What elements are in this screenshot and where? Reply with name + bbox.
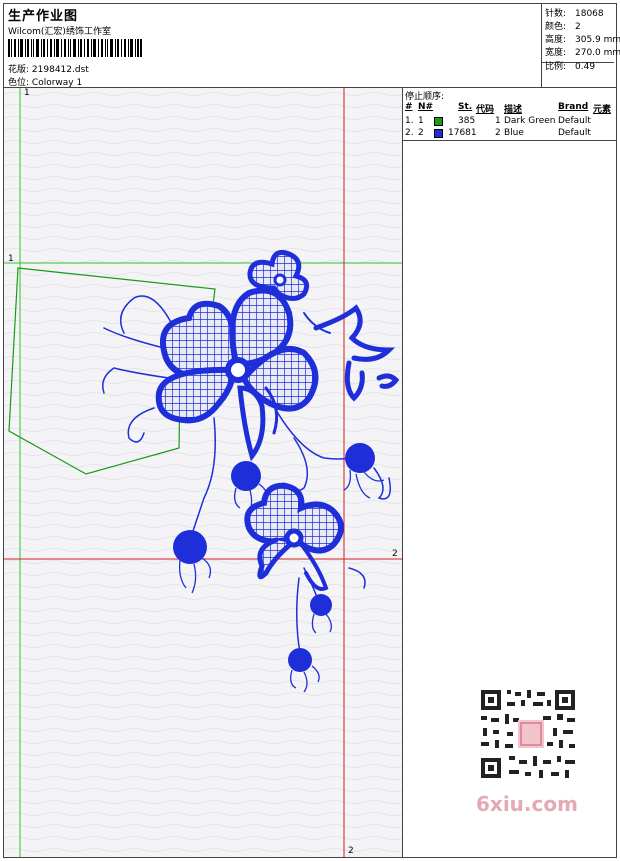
sequence-row: 1. 1 385 1 Dark Green Default [405, 116, 591, 126]
production-sheet: 生产作业图 Wilcom(汇宏)绣饰工作室 花版: 2198412.dst 色位… [3, 3, 620, 858]
watermark-logo: 6xiu.com [476, 792, 578, 816]
studio-name: Wilcom(汇宏)绣饰工作室 [8, 27, 111, 37]
stat-scale: 比例: 0.49 [545, 62, 596, 72]
col-brand: Brand [558, 102, 589, 112]
design-file: 花版: 2198412.dst [8, 65, 89, 75]
design-canvas: 1 1 2 2 [4, 88, 403, 857]
pompom [288, 648, 312, 672]
stats-panel: 针数: 18068 颜色: 2 高度: 305.9 mm 宽度: 270.0 mm 比例… [542, 4, 620, 88]
col-element: 元素 [593, 105, 612, 115]
col-desc: 描述 [504, 105, 523, 115]
embroidery-artwork [4, 88, 402, 857]
guide-label-v1: 1 [24, 88, 30, 98]
color-swatch [434, 129, 443, 138]
flower-center [225, 357, 251, 383]
col-stitches: St. [458, 102, 473, 112]
pompom [231, 461, 261, 491]
guide-label-v2: 2 [348, 846, 354, 856]
page-title: 生产作业图 [8, 9, 79, 24]
guide-label-h1: 1 [8, 254, 14, 264]
color-swatch [434, 117, 443, 126]
col-code: 代码 [476, 105, 495, 115]
colorway: 色位: Colorway 1 [8, 78, 83, 88]
stat-stitches: 针数: 18068 [545, 9, 604, 19]
sequence-row: 2. 2 17681 2 Blue Default [405, 128, 591, 138]
col-n: N# [418, 102, 434, 112]
qr-code [473, 684, 583, 784]
sequence-divider [403, 140, 616, 141]
guide-label-h2: 2 [392, 549, 398, 559]
col-num: # [405, 102, 413, 112]
pompom [173, 530, 207, 564]
fabric-texture [4, 88, 402, 857]
barcode [8, 39, 142, 57]
stat-colors: 颜色: 2 [545, 22, 581, 32]
pompom [310, 594, 332, 616]
stat-width: 宽度: 270.0 mm [545, 48, 620, 58]
sequence-columns: # N# St. 代码 描述 Brand 元素 [403, 100, 616, 115]
header-info: 生产作业图 Wilcom(汇宏)绣饰工作室 花版: 2198412.dst 色位… [4, 4, 542, 88]
flower-center [284, 528, 304, 548]
pompom [345, 443, 375, 473]
flower-center [273, 273, 287, 287]
stat-height: 高度: 305.9 mm [545, 35, 620, 45]
